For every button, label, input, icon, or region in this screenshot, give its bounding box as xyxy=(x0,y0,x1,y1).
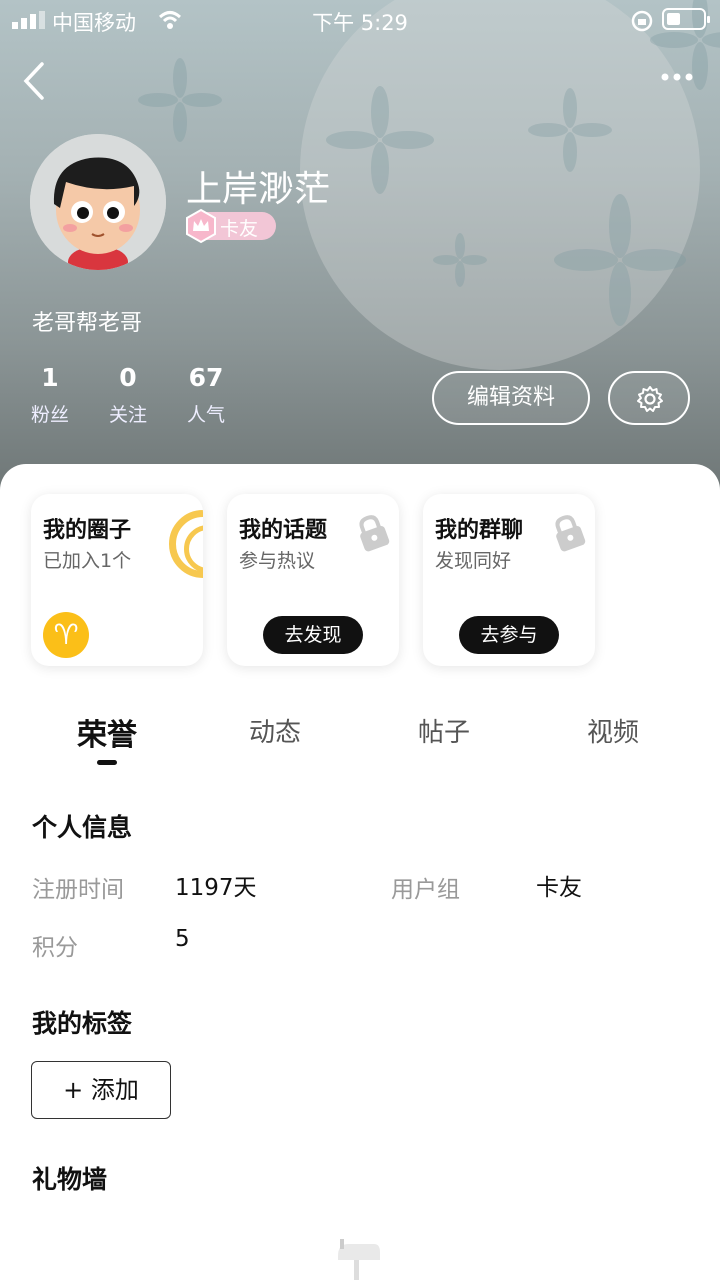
card-subtitle: 参与热议 xyxy=(239,550,316,572)
active-tab-indicator xyxy=(97,760,117,765)
followers-count: 1 xyxy=(41,363,59,392)
discover-button[interactable]: 去发现 xyxy=(263,616,363,654)
edit-profile-button[interactable]: 编辑资料 xyxy=(432,371,590,425)
tab-videos[interactable]: 视频 xyxy=(563,712,663,749)
card-my-circles[interactable]: 我的圈子 已加入1个 ♈ xyxy=(31,494,203,666)
registration-time-label: 注册时间 xyxy=(32,877,124,903)
card-my-topics[interactable]: 我的话题 参与热议 去发现 xyxy=(227,494,399,666)
personal-info-heading: 个人信息 xyxy=(32,813,133,842)
points-label: 积分 xyxy=(32,935,78,961)
gear-icon xyxy=(637,386,663,412)
more-options-icon[interactable] xyxy=(660,72,694,82)
card-title: 我的圈子 xyxy=(43,518,132,543)
cartoon-boy-avatar-image xyxy=(30,134,166,270)
join-button[interactable]: 去参与 xyxy=(459,616,559,654)
card-my-groups[interactable]: 我的群聊 发现同好 去参与 xyxy=(423,494,595,666)
clock: 下午 5:29 xyxy=(312,11,408,35)
stat-popularity[interactable]: 67 人气 xyxy=(166,363,246,427)
circle-ring-icon xyxy=(169,510,203,578)
user-group-label: 用户组 xyxy=(391,877,460,903)
followers-label: 粉丝 xyxy=(30,404,69,426)
stat-following[interactable]: 0 关注 xyxy=(88,363,168,427)
status-bar: 中国移动 下午 5:29 xyxy=(0,0,720,40)
rotation-lock-icon xyxy=(631,10,653,32)
username: 上岸渺茫 xyxy=(186,169,331,210)
following-label: 关注 xyxy=(108,404,147,426)
user-level-badge: 卡友 xyxy=(186,208,276,244)
profile-header-background: 中国移动 下午 5:29 上岸渺茫 卡友 老哥帮老哥 1 粉丝 0 关注 67 … xyxy=(0,0,720,490)
crown-icon xyxy=(186,208,216,244)
user-group-value: 卡友 xyxy=(536,875,582,901)
card-subtitle: 发现同好 xyxy=(435,550,512,572)
following-count: 0 xyxy=(119,363,137,392)
stat-followers[interactable]: 1 粉丝 xyxy=(10,363,90,427)
registration-time-value: 1197天 xyxy=(175,875,257,901)
points-value: 5 xyxy=(175,926,190,952)
popularity-count: 67 xyxy=(188,363,224,392)
popularity-label: 人气 xyxy=(186,404,225,426)
gift-wall-heading: 礼物墙 xyxy=(32,1165,108,1194)
back-arrow-icon[interactable] xyxy=(20,60,50,102)
lock-icon xyxy=(359,515,390,552)
card-subtitle: 已加入1个 xyxy=(43,550,132,572)
tab-posts[interactable]: 帖子 xyxy=(394,712,494,749)
card-title: 我的话题 xyxy=(239,518,328,543)
add-tag-button[interactable]: + 添加 xyxy=(31,1061,171,1119)
card-title: 我的群聊 xyxy=(435,518,524,543)
tab-activity[interactable]: 动态 xyxy=(225,712,325,749)
avatar[interactable] xyxy=(30,134,166,270)
my-tags-heading: 我的标签 xyxy=(32,1009,133,1038)
badge-label: 卡友 xyxy=(220,218,259,240)
battery-icon xyxy=(662,8,710,30)
settings-button[interactable] xyxy=(608,371,690,425)
aries-icon: ♈ xyxy=(43,612,89,658)
tab-honors[interactable]: 荣誉 xyxy=(57,710,157,754)
lock-icon xyxy=(555,515,586,552)
empty-mailbox-icon xyxy=(338,1239,380,1280)
user-signature: 老哥帮老哥 xyxy=(32,311,143,336)
